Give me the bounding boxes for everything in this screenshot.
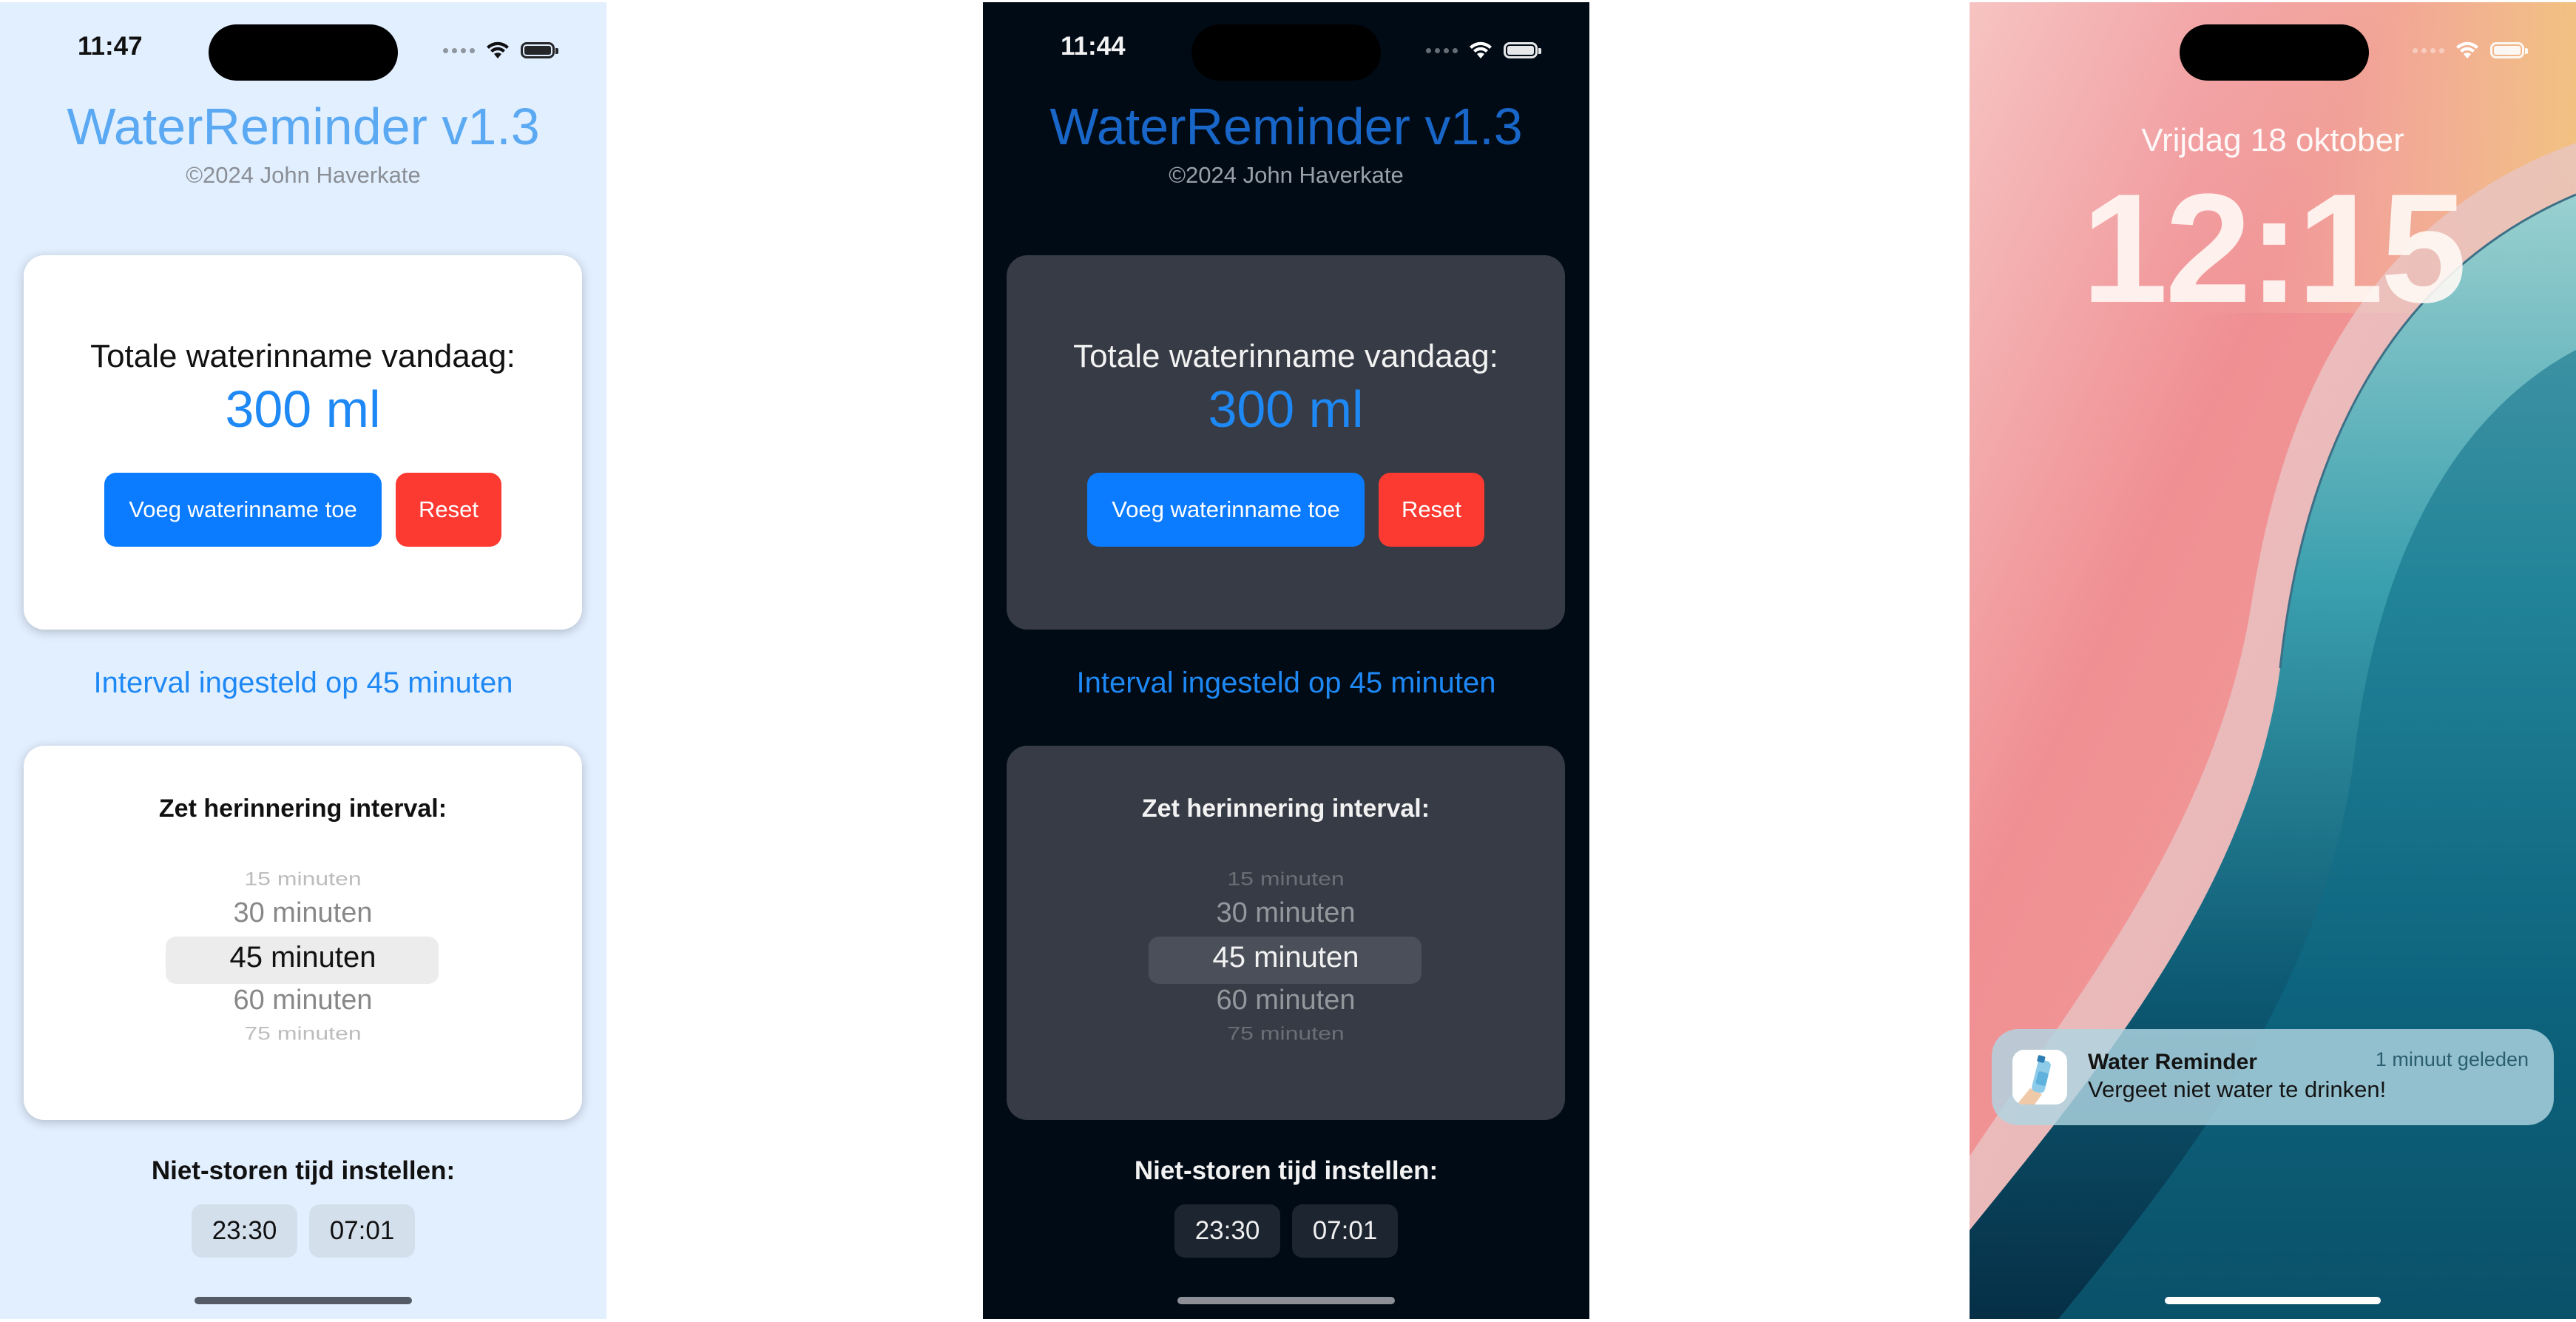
notification-app-name: Water Reminder: [2088, 1050, 2257, 1074]
status-bar-icons: [443, 41, 558, 60]
dynamic-island: [1191, 24, 1381, 81]
home-indicator[interactable]: [195, 1297, 412, 1304]
battery-icon: [2490, 42, 2528, 58]
cellular-signal-icon: [1426, 47, 1458, 53]
do-not-disturb-label: Niet-storen tijd instellen:: [1134, 1156, 1439, 1185]
intake-value: 300 ml: [225, 380, 381, 438]
interval-picker-card: Zet herinnering interval: 15 minuten 30 …: [1007, 746, 1565, 1120]
dnd-start-time[interactable]: 23:30: [1174, 1204, 1280, 1258]
home-indicator[interactable]: [1177, 1297, 1395, 1304]
reset-button[interactable]: Reset: [396, 473, 501, 547]
dynamic-island: [2180, 24, 2369, 81]
light-mode-screen: 11:47 WaterReminder v1.3 ©2024 John Have…: [0, 2, 606, 1319]
water-intake-card: Totale waterinname vandaag: 300 ml Voeg …: [1007, 255, 1565, 630]
picker-option-selected[interactable]: 45 minuten: [1007, 941, 1565, 974]
intake-value: 300 ml: [1208, 380, 1364, 438]
app-title: WaterReminder v1.3: [1049, 98, 1523, 155]
water-intake-card: Totale waterinname vandaag: 300 ml Voeg …: [24, 255, 582, 630]
intake-label: Totale waterinname vandaag:: [1073, 338, 1498, 374]
status-bar-icons: [1426, 41, 1541, 60]
add-water-intake-button[interactable]: Voeg waterinname toe: [1087, 473, 1365, 547]
intake-label: Totale waterinname vandaag:: [90, 338, 515, 374]
interval-picker-label: Zet herinnering interval:: [1141, 795, 1430, 823]
cellular-signal-icon: [2413, 47, 2444, 53]
picker-option[interactable]: 60 minuten: [24, 985, 582, 1016]
notification-message: Vergeet niet water te drinken!: [2088, 1076, 2387, 1102]
dark-mode-screen: 11:44 WaterReminder v1.3 ©2024 John Have…: [983, 2, 1589, 1319]
lock-screen-date: Vrijdag 18 oktober: [2141, 122, 2404, 158]
wifi-icon: [487, 41, 509, 58]
lock-screen: Vrijdag 18 oktober 12:15 Water Reminder …: [1970, 2, 2576, 1319]
interval-picker-label: Zet herinnering interval:: [158, 795, 447, 823]
status-bar-icons: [2413, 41, 2528, 60]
picker-option[interactable]: 60 minuten: [1007, 985, 1565, 1016]
picker-option[interactable]: 75 minuten: [1007, 1023, 1565, 1045]
interval-picker[interactable]: 15 minuten 30 minuten 45 minuten 60 minu…: [1007, 853, 1565, 1053]
dnd-end-time[interactable]: 07:01: [309, 1204, 415, 1258]
battery-icon: [521, 42, 558, 58]
interval-status-text: Interval ingesteld op 45 minuten: [1076, 667, 1496, 699]
interval-status-text: Interval ingesteld op 45 minuten: [93, 667, 513, 699]
dynamic-island: [209, 24, 398, 81]
picker-option[interactable]: 30 minuten: [24, 897, 582, 929]
notification-banner[interactable]: Water Reminder 1 minuut geleden Vergeet …: [1992, 1029, 2554, 1125]
wifi-icon: [2456, 41, 2478, 58]
lock-screen-clock: 12:15: [2081, 161, 2467, 335]
picker-option[interactable]: 15 minuten: [24, 869, 582, 890]
reset-button[interactable]: Reset: [1379, 473, 1484, 547]
picker-option-selected[interactable]: 45 minuten: [24, 941, 582, 974]
copyright-text: ©2024 John Haverkate: [186, 162, 421, 188]
app-title: WaterReminder v1.3: [67, 98, 540, 155]
picker-option[interactable]: 15 minuten: [1007, 869, 1565, 890]
copyright-text: ©2024 John Haverkate: [1169, 162, 1404, 188]
interval-picker[interactable]: 15 minuten 30 minuten 45 minuten 60 minu…: [24, 853, 582, 1053]
picker-option[interactable]: 30 minuten: [1007, 897, 1565, 929]
status-bar-time: 11:44: [1061, 32, 1126, 61]
notification-time: 1 minuut geleden: [2375, 1048, 2529, 1070]
picker-option[interactable]: 75 minuten: [24, 1023, 582, 1045]
add-water-intake-button[interactable]: Voeg waterinname toe: [104, 473, 382, 547]
interval-picker-card: Zet herinnering interval: 15 minuten 30 …: [24, 746, 582, 1120]
status-bar-time: 11:47: [78, 32, 143, 61]
dnd-start-time[interactable]: 23:30: [192, 1204, 297, 1258]
cellular-signal-icon: [443, 47, 475, 53]
wifi-icon: [1470, 41, 1492, 58]
dnd-end-time[interactable]: 07:01: [1292, 1204, 1398, 1258]
battery-icon: [1504, 42, 1541, 58]
water-bottle-app-icon: [2012, 1050, 2067, 1105]
home-indicator[interactable]: [2165, 1297, 2381, 1304]
do-not-disturb-label: Niet-storen tijd instellen:: [151, 1156, 456, 1185]
